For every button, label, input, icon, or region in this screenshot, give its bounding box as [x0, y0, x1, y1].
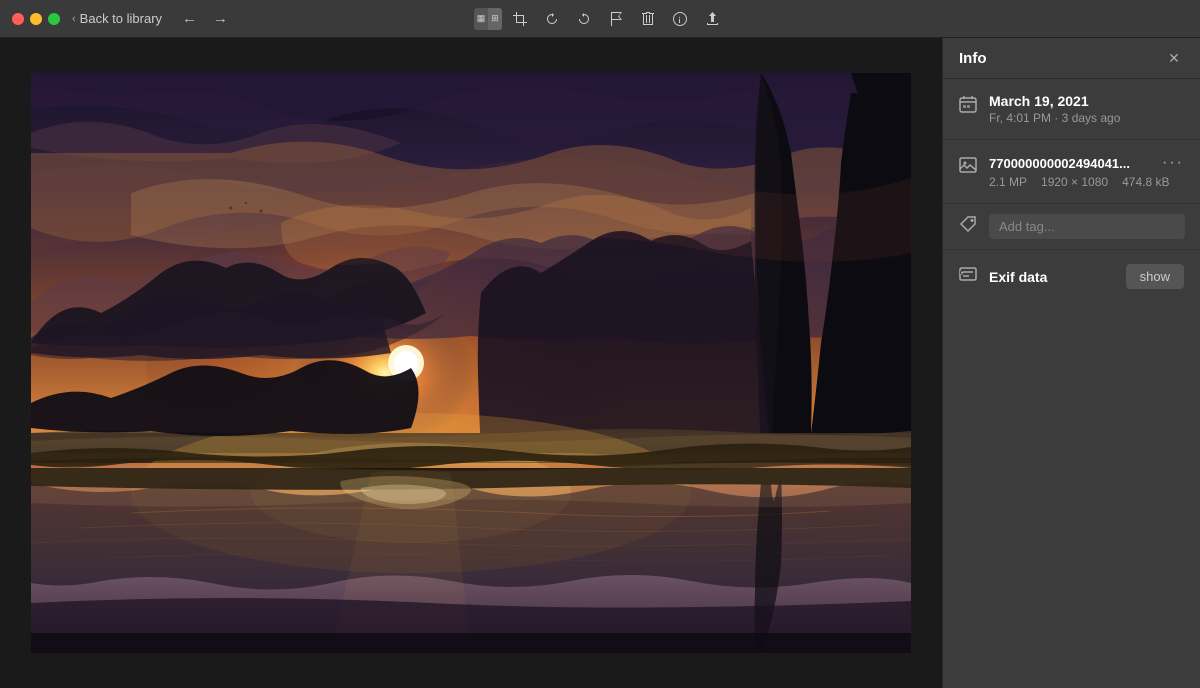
tag-section: [943, 204, 1200, 250]
date-content: March 19, 2021 Fr, 4:01 PM · 3 days ago: [989, 93, 1184, 125]
back-to-library-button[interactable]: ‹ Back to library: [72, 11, 162, 26]
file-actions: 770000000002494041... ···: [989, 154, 1184, 172]
date-section: March 19, 2021 Fr, 4:01 PM · 3 days ago: [943, 79, 1200, 140]
flag-icon[interactable]: [602, 8, 630, 30]
titlebar: ‹ Back to library ← → ▦ ⊞: [0, 0, 1200, 38]
crop-icon[interactable]: [506, 8, 534, 30]
info-close-button[interactable]: ✕: [1164, 48, 1184, 68]
show-exif-button[interactable]: show: [1126, 264, 1184, 289]
share-icon[interactable]: [698, 8, 726, 30]
file-meta: 2.1 MP 1920 × 1080 474.8 kB: [989, 175, 1184, 189]
nav-arrows: ← →: [178, 8, 232, 29]
info-panel: Info ✕ March 19, 2021 Fr, 4:01 PM · 3 da…: [942, 38, 1200, 688]
tag-icon: [959, 215, 977, 238]
main-content: Info ✕ March 19, 2021 Fr, 4:01 PM · 3 da…: [0, 38, 1200, 688]
chevron-left-icon: ‹: [72, 13, 76, 25]
maximize-button[interactable]: [48, 13, 60, 25]
rotate-left-icon[interactable]: [538, 8, 566, 30]
more-options-button[interactable]: ···: [1162, 154, 1184, 172]
megapixels-label: 2.1 MP: [989, 175, 1027, 189]
file-content: 770000000002494041... ··· 2.1 MP 1920 × …: [989, 154, 1184, 189]
info-icon[interactable]: [666, 8, 694, 30]
landscape-image: [31, 73, 911, 653]
exif-icon: [959, 265, 977, 288]
nav-back-icon[interactable]: ←: [178, 8, 201, 29]
filename-label: 770000000002494041...: [989, 156, 1130, 171]
filesize-label: 474.8 kB: [1122, 175, 1169, 189]
exif-label: Exif data: [989, 269, 1114, 285]
traffic-lights: [12, 13, 60, 25]
rotate-right-icon[interactable]: [570, 8, 598, 30]
file-section: 770000000002494041... ··· 2.1 MP 1920 × …: [943, 140, 1200, 204]
close-button[interactable]: [12, 13, 24, 25]
toggle-left: ▦: [474, 8, 488, 30]
image-icon: [959, 156, 977, 179]
minimize-button[interactable]: [30, 13, 42, 25]
resolution-label: 1920 × 1080: [1041, 175, 1108, 189]
grid-toggle[interactable]: ▦ ⊞: [474, 8, 502, 30]
trash-icon[interactable]: [634, 8, 662, 30]
toolbar-center: ▦ ⊞: [474, 8, 726, 30]
exif-section: Exif data show: [943, 250, 1200, 303]
tag-input[interactable]: [989, 214, 1185, 239]
toggle-right: ⊞: [488, 8, 502, 30]
photo-viewer: [0, 38, 942, 688]
back-label: Back to library: [80, 11, 162, 26]
nav-forward-icon[interactable]: →: [209, 8, 232, 29]
calendar-icon: [959, 95, 977, 118]
photo-container: [0, 38, 942, 688]
info-panel-title: Info: [959, 50, 987, 67]
photo-date-sub: Fr, 4:01 PM · 3 days ago: [989, 111, 1184, 125]
photo-date: March 19, 2021: [989, 93, 1184, 109]
info-header: Info ✕: [943, 38, 1200, 79]
